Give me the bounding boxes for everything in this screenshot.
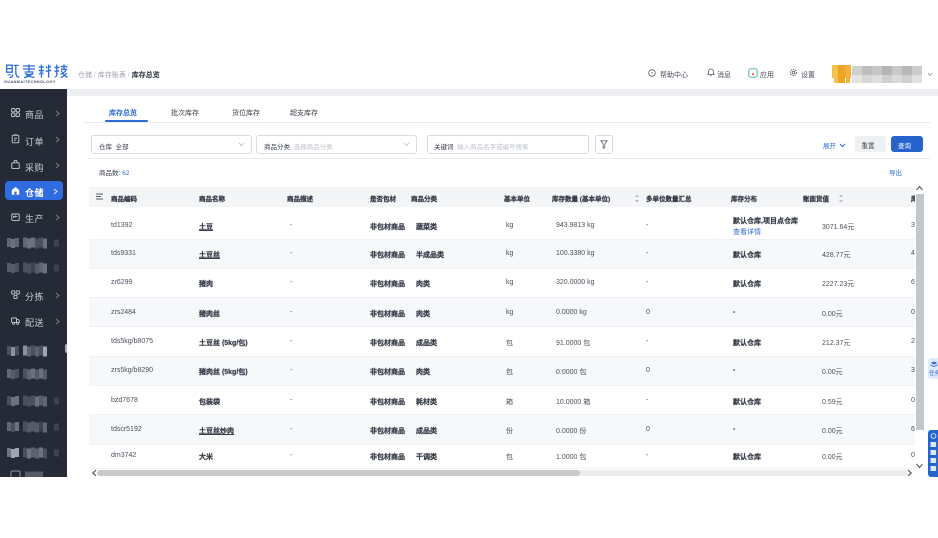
svg-text:?: ? bbox=[651, 71, 654, 76]
